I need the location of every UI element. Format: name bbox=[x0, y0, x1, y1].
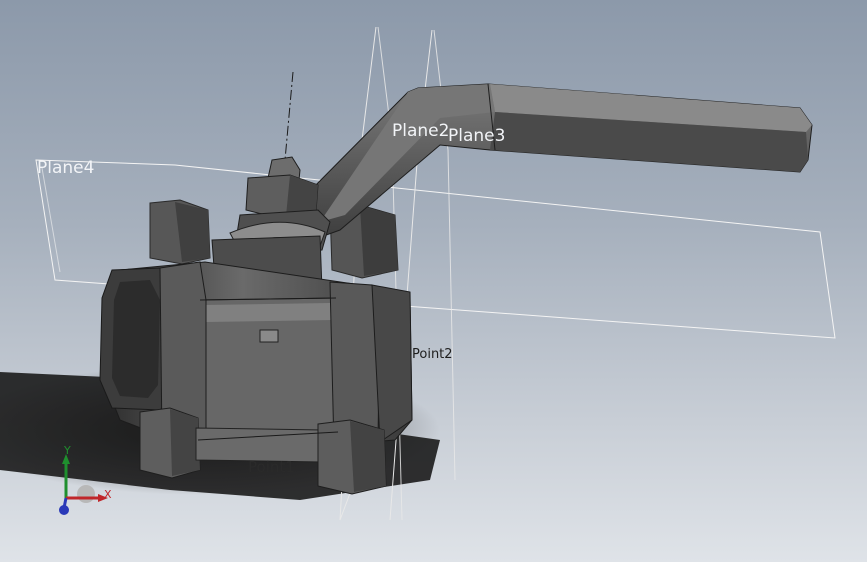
model-scene[interactable] bbox=[0, 0, 867, 562]
stem-axis bbox=[284, 71, 294, 161]
x-axis-label: X bbox=[104, 488, 112, 501]
triad-graphic bbox=[59, 454, 108, 515]
reference-triad: Y X bbox=[44, 440, 124, 520]
plane4-label[interactable]: Plane4 bbox=[37, 160, 94, 177]
point1-label[interactable]: Point1 bbox=[248, 460, 295, 475]
point2-label[interactable]: Point2 bbox=[412, 348, 453, 361]
plane2-label[interactable]: Plane2 bbox=[392, 123, 449, 140]
graphics-viewport[interactable]: Plane4 Plane2 Plane3 Point2 Point1 Y X bbox=[0, 0, 867, 562]
y-axis-label: Y bbox=[64, 444, 71, 457]
plane3-label[interactable]: Plane3 bbox=[448, 128, 505, 145]
